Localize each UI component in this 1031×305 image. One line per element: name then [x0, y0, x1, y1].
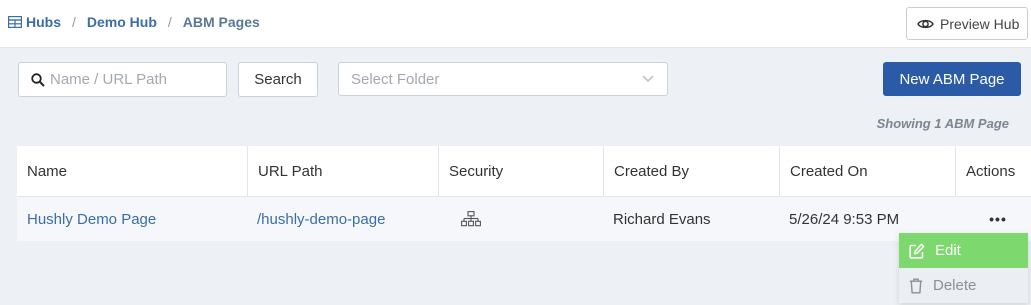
menu-item-delete[interactable]: Delete — [899, 268, 1028, 303]
sitemap-icon[interactable] — [461, 211, 481, 227]
chevron-down-icon — [642, 75, 654, 82]
preview-hub-button[interactable]: Preview Hub — [906, 7, 1028, 40]
preview-hub-label: Preview Hub — [940, 15, 1020, 32]
abm-pages-table: Name URL Path Security Created By Create… — [17, 146, 1031, 241]
search-input[interactable] — [18, 62, 227, 97]
breadcrumb-abm-pages: ABM Pages — [182, 14, 260, 30]
page-name-link[interactable]: Hushly Demo Page — [27, 211, 156, 228]
actions-dropdown-menu: Edit Delete — [899, 233, 1028, 303]
search-field[interactable] — [50, 71, 210, 88]
column-header-actions: Actions — [955, 146, 1031, 197]
url-path-link[interactable]: /hushly-demo-page — [257, 211, 385, 228]
search-button[interactable]: Search — [238, 62, 318, 97]
table-row: Hushly Demo Page /hushly-demo-page Richa… — [17, 197, 1031, 241]
column-header-url-path[interactable]: URL Path — [247, 146, 438, 197]
column-header-name[interactable]: Name — [17, 146, 247, 197]
trash-icon — [909, 278, 923, 293]
cell-name: Hushly Demo Page — [17, 197, 247, 241]
edit-icon — [909, 243, 925, 259]
folder-select-placeholder: Select Folder — [351, 70, 440, 88]
column-header-security[interactable]: Security — [438, 146, 603, 197]
table-header: Name URL Path Security Created By Create… — [17, 146, 1031, 197]
top-bar: Hubs / Demo Hub / ABM Pages Preview Hub — [0, 0, 1031, 48]
cell-url-path: /hushly-demo-page — [247, 197, 438, 241]
results-count: Showing 1 ABM Page — [876, 116, 1009, 131]
new-abm-page-button[interactable]: New ABM Page — [883, 62, 1021, 96]
breadcrumb: Hubs / Demo Hub / ABM Pages — [8, 13, 260, 31]
cell-created-by: Richard Evans — [613, 210, 711, 228]
column-header-created-by[interactable]: Created By — [603, 146, 779, 197]
search-icon — [31, 72, 45, 87]
menu-item-edit[interactable]: Edit — [899, 233, 1028, 268]
breadcrumb-hubs[interactable]: Hubs — [26, 14, 61, 30]
eye-icon — [917, 19, 934, 28]
folder-select[interactable]: Select Folder — [338, 62, 668, 96]
menu-item-edit-label: Edit — [935, 242, 961, 259]
table-icon — [8, 16, 22, 28]
breadcrumb-separator: / — [72, 14, 76, 30]
breadcrumb-demo-hub[interactable]: Demo Hub — [87, 14, 157, 30]
column-header-created-on[interactable]: Created On — [779, 146, 955, 197]
breadcrumb-separator: / — [167, 14, 172, 30]
menu-item-delete-label: Delete — [933, 277, 977, 294]
cell-security — [461, 197, 501, 241]
